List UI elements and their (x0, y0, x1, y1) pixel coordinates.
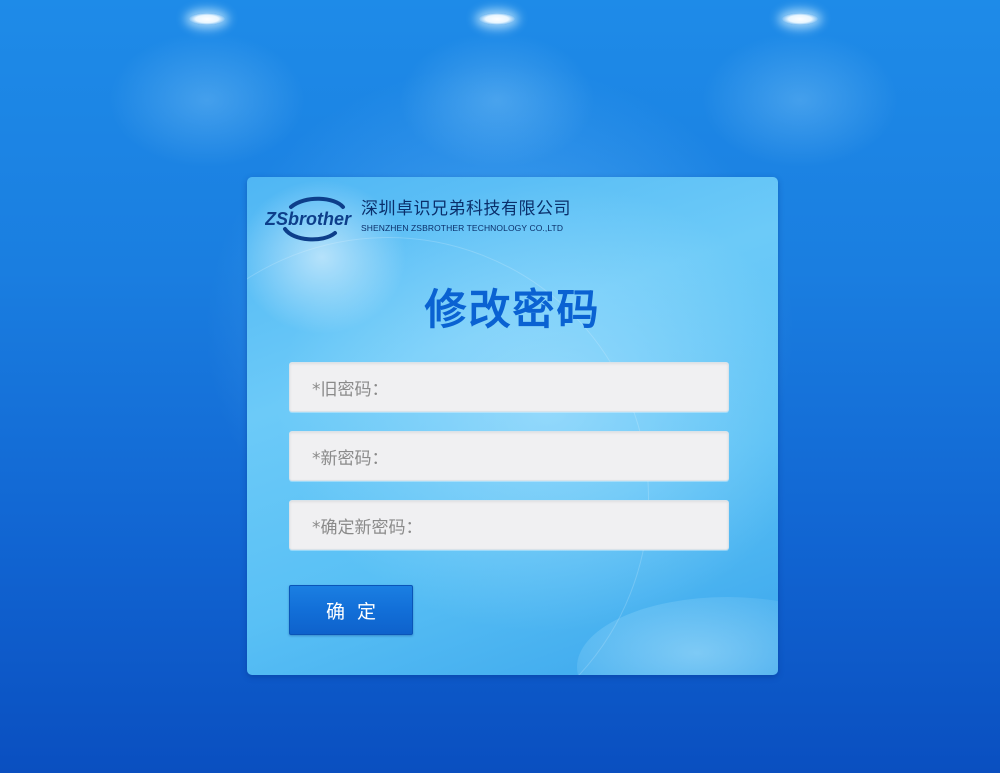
confirm-password-input[interactable] (422, 500, 728, 550)
new-password-input[interactable] (388, 431, 728, 481)
confirm-password-field[interactable]: *确定新密码： (289, 500, 729, 550)
logo-text: ZSbrother (265, 209, 352, 229)
company-logo: ZSbrother (265, 196, 352, 242)
page-background: ZSbrother 深圳卓识兄弟科技有限公司 SHENZHEN ZSBROTHE… (0, 0, 1000, 773)
company-name-cn: 深圳卓识兄弟科技有限公司 (361, 199, 571, 219)
old-password-label: *旧密码： (312, 379, 389, 400)
spotlight-icon (189, 13, 225, 25)
page-title: 修改密码 (424, 285, 601, 334)
change-password-panel: ZSbrother 深圳卓识兄弟科技有限公司 SHENZHEN ZSBROTHE… (247, 177, 778, 675)
old-password-field[interactable]: *旧密码： (289, 362, 729, 412)
company-name-block: 深圳卓识兄弟科技有限公司 SHENZHEN ZSBROTHER TECHNOLO… (361, 199, 571, 233)
new-password-label: *新密码： (312, 448, 389, 469)
confirm-password-label: *确定新密码： (312, 517, 423, 538)
new-password-field[interactable]: *新密码： (289, 431, 729, 481)
confirm-button[interactable]: 确定 (289, 585, 413, 635)
old-password-input[interactable] (388, 362, 728, 412)
spotlight-icon (782, 13, 818, 25)
spotlight-icon (479, 13, 515, 25)
company-name-en: SHENZHEN ZSBROTHER TECHNOLOGY CO.,LTD (361, 223, 564, 233)
